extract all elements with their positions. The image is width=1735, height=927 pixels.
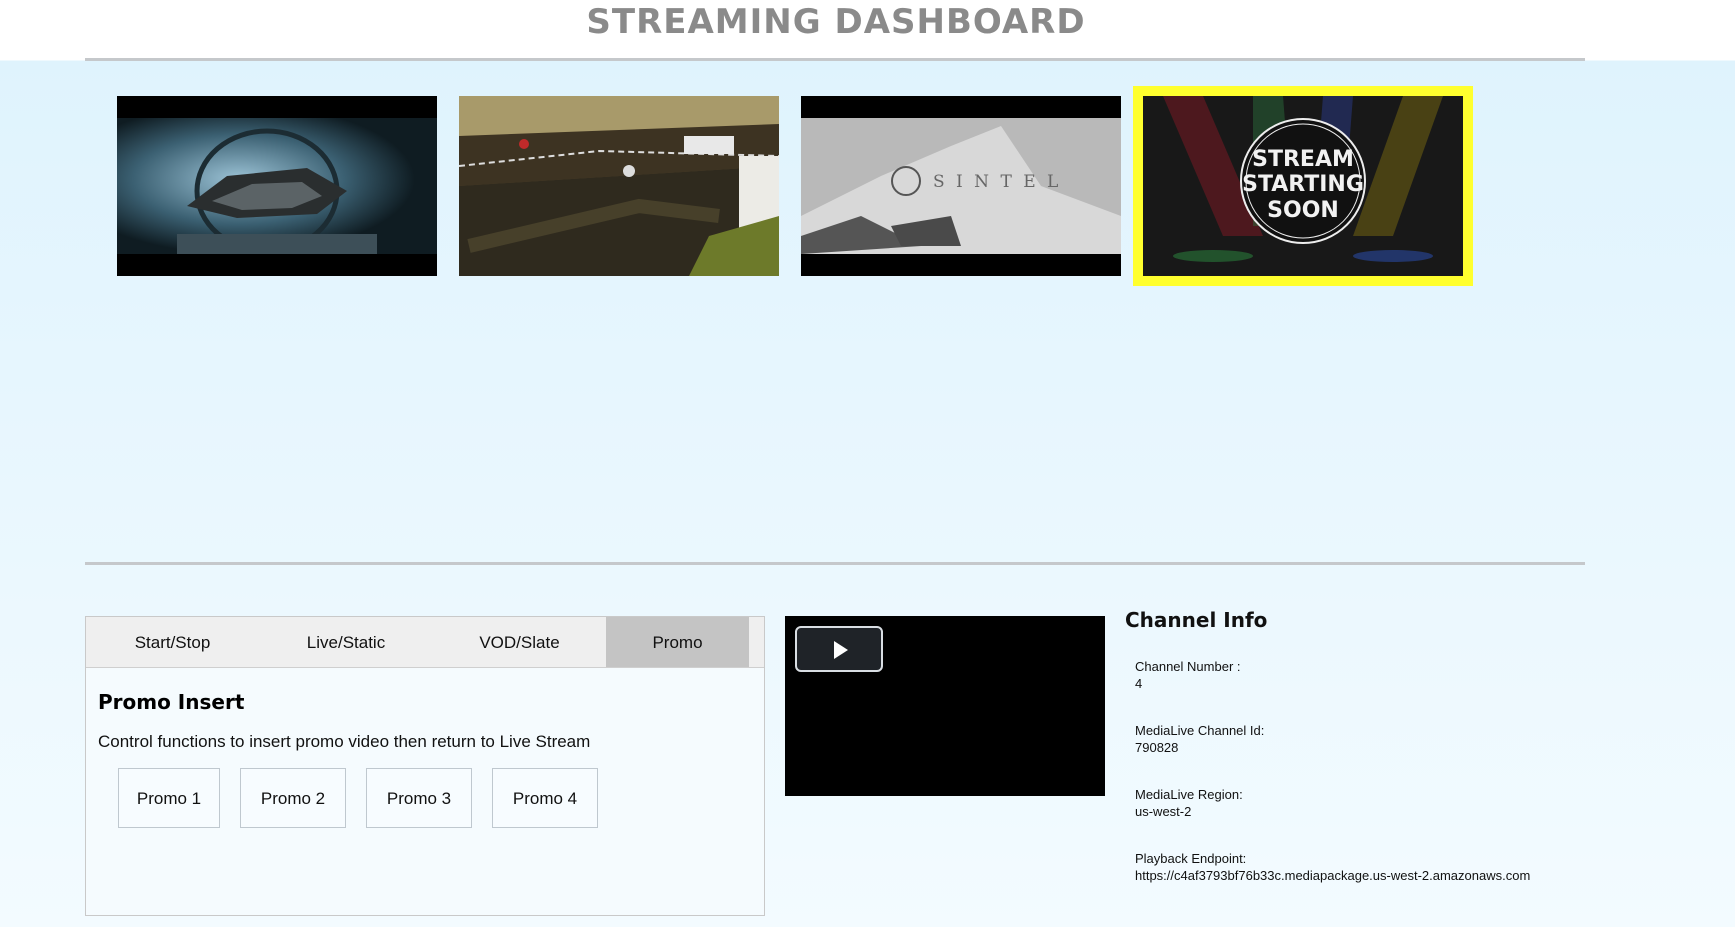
- promo-button-row: Promo 1 Promo 2 Promo 3 Promo 4: [118, 768, 752, 828]
- stream-starting-soon-image: STREAM STARTING SOON: [1143, 96, 1463, 276]
- play-button[interactable]: [795, 626, 883, 672]
- playback-endpoint-label: Playback Endpoint:: [1135, 851, 1247, 866]
- channel-number: Channel Number : 4: [1135, 658, 1685, 692]
- channel-info: Channel Info Channel Number : 4 MediaLiv…: [1125, 608, 1685, 890]
- medialive-channel-id-value: 790828: [1135, 740, 1179, 755]
- tab-live-static[interactable]: Live/Static: [259, 617, 433, 667]
- thumbnail-spaceship[interactable]: [117, 96, 437, 276]
- medialive-region: MediaLive Region: us-west-2: [1135, 786, 1685, 820]
- divider-top: [85, 58, 1585, 61]
- medialive-channel-id: MediaLive Channel Id: 790828: [1135, 722, 1685, 756]
- thumbnail-stream-starting-soon[interactable]: STREAM STARTING SOON: [1133, 86, 1473, 286]
- control-panel: Start/Stop Live/Static VOD/Slate Promo P…: [85, 616, 765, 916]
- tab-bar: Start/Stop Live/Static VOD/Slate Promo: [86, 617, 764, 668]
- medialive-region-value: us-west-2: [1135, 804, 1192, 819]
- thumbnail-motocross[interactable]: [459, 96, 779, 276]
- svg-text:SOON: SOON: [1267, 198, 1339, 223]
- medialive-channel-id-label: MediaLive Channel Id:: [1135, 723, 1265, 738]
- sintel-scene-image: S I N T E L: [801, 96, 1121, 276]
- playback-endpoint: Playback Endpoint: https://c4af3793bf76b…: [1135, 850, 1685, 884]
- channel-number-label: Channel Number :: [1135, 659, 1241, 674]
- header: STREAMING DASHBOARD: [0, 0, 1735, 60]
- medialive-region-label: MediaLive Region:: [1135, 787, 1243, 802]
- promo-4-button[interactable]: Promo 4: [492, 768, 598, 828]
- tab-vod-slate[interactable]: VOD/Slate: [433, 617, 606, 667]
- tab-promo[interactable]: Promo: [606, 617, 749, 667]
- promo-title: Promo Insert: [98, 690, 245, 714]
- channel-info-title: Channel Info: [1125, 608, 1268, 632]
- svg-text:STREAM: STREAM: [1252, 147, 1354, 172]
- play-icon: [834, 641, 848, 659]
- promo-2-button[interactable]: Promo 2: [240, 768, 346, 828]
- promo-description: Control functions to insert promo video …: [98, 732, 591, 751]
- svg-text:S I N T E L: S I N T E L: [933, 172, 1061, 192]
- playback-endpoint-value[interactable]: https://c4af3793bf76b33c.mediapackage.us…: [1135, 867, 1685, 884]
- svg-text:STARTING: STARTING: [1242, 172, 1364, 197]
- motocross-scene-image: [459, 96, 779, 276]
- thumbnail-sintel[interactable]: S I N T E L: [801, 96, 1121, 276]
- page-title: STREAMING DASHBOARD: [586, 2, 1086, 42]
- promo-3-button[interactable]: Promo 3: [366, 768, 472, 828]
- channel-number-value: 4: [1135, 676, 1143, 691]
- promo-1-button[interactable]: Promo 1: [118, 768, 220, 828]
- tab-start-stop[interactable]: Start/Stop: [86, 617, 259, 667]
- promo-panel: Promo Insert Control functions to insert…: [86, 668, 764, 840]
- divider-middle: [85, 562, 1585, 565]
- spaceship-scene-image: [117, 96, 437, 276]
- video-player[interactable]: [785, 616, 1105, 796]
